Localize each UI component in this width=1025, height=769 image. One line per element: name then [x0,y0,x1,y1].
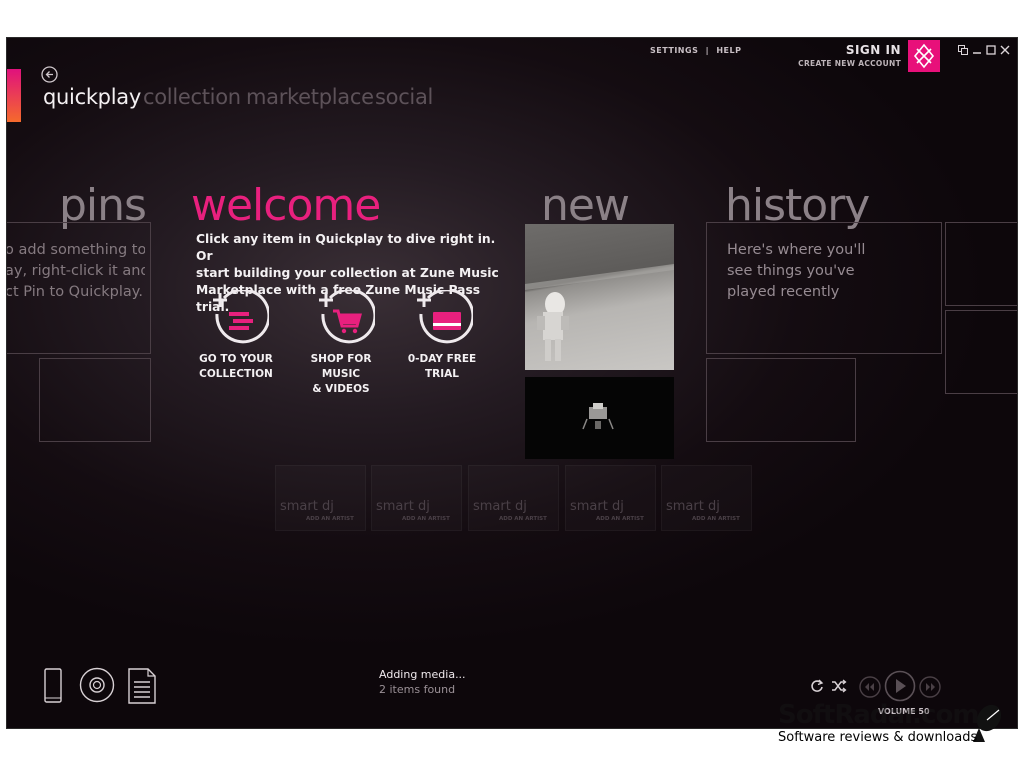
next-button[interactable] [919,676,941,702]
device-icon [44,668,62,703]
previous-icon [859,676,881,698]
welcome-text-line: start building your collection at Zune M… [196,266,499,280]
help-link[interactable]: HELP [716,46,741,55]
welcome-text-line: Click any item in Quickplay to dive righ… [196,232,496,263]
smart-dj-sublabel: ADD AN ARTIST [499,516,547,522]
maximize-button[interactable] [986,45,996,58]
playlist-icon [128,668,156,704]
action-label-line: & VIDEOS [312,383,370,395]
status-text: Adding media... [379,668,466,681]
smart-dj-sublabel: ADD AN ARTIST [402,516,450,522]
astronaut-image [525,264,674,361]
welcome-heading: welcome [191,180,381,231]
smart-dj-label: smart dj [376,499,430,514]
settings-link[interactable]: SETTINGS [650,46,698,55]
cart-icon [319,290,375,344]
status-subtext: 2 items found [379,683,456,696]
new-video-thumbnail[interactable] [525,377,674,459]
back-arrow-icon [41,66,58,83]
history-empty-tile[interactable] [706,358,856,442]
now-playing-list-button[interactable] [128,668,156,708]
minimize-icon [973,52,981,54]
create-account-link[interactable]: CREATE NEW ACCOUNT [798,59,901,68]
pins-text-line: ct Pin to Quickplay. [6,284,143,300]
zune-logo-icon [913,43,935,69]
play-icon [884,670,916,702]
collection-icon [213,290,269,344]
new-video-thumbnail[interactable] [525,224,674,370]
tab-social[interactable]: social [375,85,433,109]
shop-music-videos-button[interactable]: SHOP FOR MUSIC & VIDEOS [291,290,391,395]
pins-empty-tile[interactable] [39,358,151,442]
compact-mode-icon [958,45,968,55]
history-text-line: played recently [727,284,840,300]
next-icon [919,676,941,698]
free-trial-button[interactable]: 0-DAY FREE TRIAL [399,290,485,382]
zune-logo[interactable] [908,40,940,72]
history-text-line: Here's where you'll [727,242,866,258]
tab-quickplay[interactable]: quickplay [43,85,141,109]
smart-dj-label: smart dj [570,499,624,514]
shuffle-button[interactable] [831,678,847,697]
repeat-icon [811,679,824,692]
zune-window: SETTINGS | HELP SIGN IN CREATE NEW ACCOU… [6,37,1018,729]
link-separator: | [705,46,710,55]
pins-text-line: ay, right-click it and [6,263,145,279]
sign-in-link[interactable]: SIGN IN [846,43,901,57]
disc-icon [79,667,115,703]
action-label-line: SHOP FOR MUSIC [310,353,372,380]
close-icon [1000,45,1010,55]
disc-button[interactable] [79,667,115,707]
minimize-button[interactable] [972,45,982,58]
action-label-line: TRIAL [425,368,459,380]
smart-dj-tile[interactable]: smart dj ADD AN ARTIST [275,465,366,531]
smart-dj-label: smart dj [666,499,720,514]
smart-dj-label: smart dj [473,499,527,514]
smart-dj-sublabel: ADD AN ARTIST [692,516,740,522]
watermark-brand: SoftRadar.com [778,700,979,730]
side-tile[interactable] [945,222,1017,306]
smart-dj-tile[interactable]: smart dj ADD AN ARTIST [661,465,752,531]
close-button[interactable] [1000,45,1010,58]
previous-button[interactable] [859,676,881,702]
action-label-line: COLLECTION [199,368,273,380]
compact-mode-button[interactable] [958,45,968,58]
side-tile[interactable] [945,310,1017,394]
smart-dj-tile[interactable]: smart dj ADD AN ARTIST [371,465,462,531]
tab-marketplace[interactable]: marketplace [246,85,374,109]
go-to-collection-button[interactable]: GO TO YOUR COLLECTION [193,290,279,382]
card-icon [417,290,473,344]
action-label-line: 0-DAY FREE [407,353,477,365]
pins-text-line: o add something to [6,242,145,258]
repeat-button[interactable] [810,678,824,697]
watermark-tagline: Software reviews & downloads [778,730,978,745]
smart-dj-tile[interactable]: smart dj ADD AN ARTIST [565,465,656,531]
tab-collection[interactable]: collection [143,85,241,109]
action-label-line: GO TO YOUR [199,353,273,365]
smart-dj-tile[interactable]: smart dj ADD AN ARTIST [468,465,559,531]
maximize-icon [986,45,996,55]
back-button[interactable] [41,66,58,83]
smart-dj-sublabel: ADD AN ARTIST [596,516,644,522]
smart-dj-label: smart dj [280,499,334,514]
shuffle-icon [832,679,847,693]
device-button[interactable] [43,668,63,708]
history-text-line: see things you've [727,263,855,279]
accent-bar [7,69,21,122]
smart-dj-sublabel: ADD AN ARTIST [306,516,354,522]
lunar-module-image [582,403,614,430]
